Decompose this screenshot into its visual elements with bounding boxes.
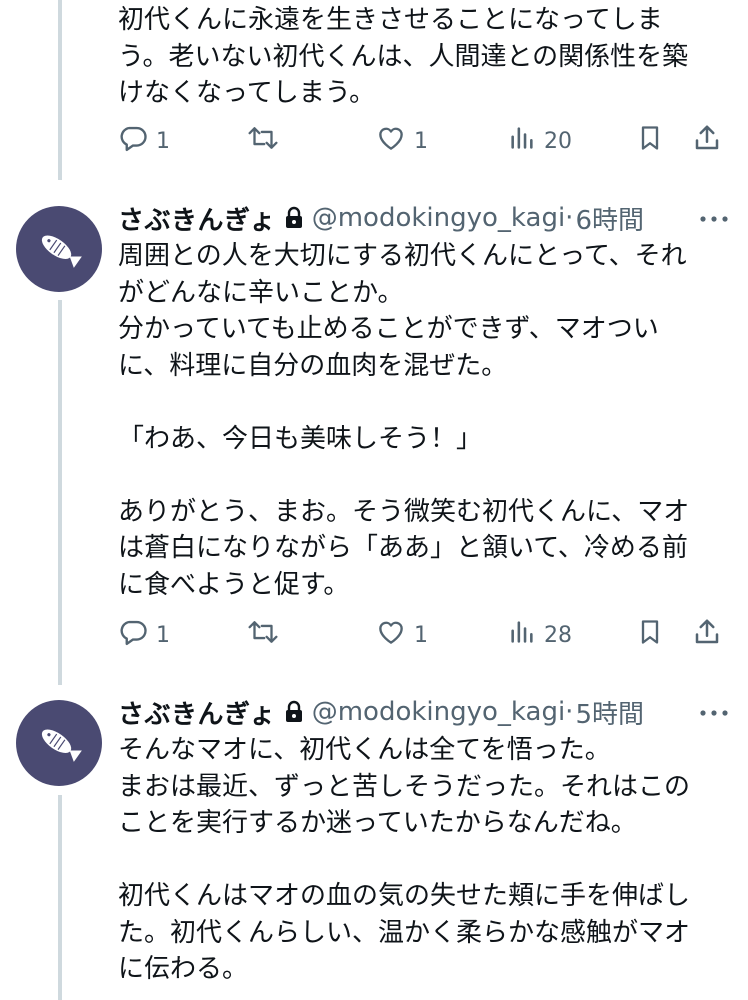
thread-line xyxy=(58,300,62,685)
timestamp[interactable]: 5時間 xyxy=(575,694,644,731)
more-button[interactable] xyxy=(694,209,734,229)
share-button[interactable] xyxy=(692,615,722,655)
tweet-header: さぶきんぎょ @modokingyo_kagi · 5時間 xyxy=(118,694,644,730)
bookmark-icon xyxy=(636,123,664,159)
like-count: 1 xyxy=(414,622,428,648)
tweet-header: さぶきんぎょ @modokingyo_kagi · 6時間 xyxy=(118,200,644,236)
more-icon xyxy=(700,216,728,222)
avatar[interactable] xyxy=(16,206,102,292)
views-icon xyxy=(508,617,536,653)
fish-icon xyxy=(41,235,82,268)
tweet-actions: 1 1 20 xyxy=(118,121,732,161)
display-name[interactable]: さぶきんぎょ xyxy=(118,694,276,731)
separator-dot: · xyxy=(565,203,574,233)
heart-icon xyxy=(376,123,406,159)
reply-icon xyxy=(118,617,148,653)
retweet-icon xyxy=(246,123,280,159)
like-button[interactable]: 1 xyxy=(376,121,428,161)
user-handle[interactable]: @modokingyo_kagi xyxy=(312,697,565,727)
share-icon xyxy=(692,617,722,653)
tweet-text: そんなマオに、初代くんは全てを悟った。 まおは最近、ずっと苦しそうだった。それは… xyxy=(118,735,691,984)
timestamp[interactable]: 6時間 xyxy=(575,200,644,237)
reply-button[interactable]: 1 xyxy=(118,615,170,655)
views-count: 28 xyxy=(544,622,572,648)
retweet-button[interactable] xyxy=(246,121,280,161)
views-button[interactable]: 20 xyxy=(508,121,572,161)
like-count: 1 xyxy=(414,128,428,154)
more-button[interactable] xyxy=(694,703,734,723)
bookmark-button[interactable] xyxy=(636,121,664,161)
bookmark-button[interactable] xyxy=(636,615,664,655)
more-icon xyxy=(700,710,728,716)
reply-icon xyxy=(118,123,148,159)
fish-icon xyxy=(41,729,82,762)
bookmark-icon xyxy=(636,617,664,653)
thread-line xyxy=(58,0,62,180)
tweet-text: 周囲との人を大切にする初代くんにとって、それ がどんなに辛いことか。 分かってい… xyxy=(118,241,690,600)
thread-line xyxy=(58,795,62,1000)
share-button[interactable] xyxy=(692,121,722,161)
separator-dot: · xyxy=(565,697,574,727)
retweet-button[interactable] xyxy=(246,615,280,655)
lock-icon xyxy=(284,206,304,230)
reply-count: 1 xyxy=(156,622,170,648)
tweet-text: 初代くんに永遠を生きさせることになってしま う。老いない初代くんは、人間達との関… xyxy=(118,5,689,108)
heart-icon xyxy=(376,617,406,653)
tweet-actions: 1 1 28 xyxy=(118,615,732,655)
views-button[interactable]: 28 xyxy=(508,615,572,655)
like-button[interactable]: 1 xyxy=(376,615,428,655)
avatar[interactable] xyxy=(16,700,102,786)
share-icon xyxy=(692,123,722,159)
views-count: 20 xyxy=(544,128,572,154)
lock-icon xyxy=(284,700,304,724)
reply-count: 1 xyxy=(156,128,170,154)
display-name[interactable]: さぶきんぎょ xyxy=(118,200,276,237)
reply-button[interactable]: 1 xyxy=(118,121,170,161)
retweet-icon xyxy=(246,617,280,653)
user-handle[interactable]: @modokingyo_kagi xyxy=(312,203,565,233)
views-icon xyxy=(508,123,536,159)
